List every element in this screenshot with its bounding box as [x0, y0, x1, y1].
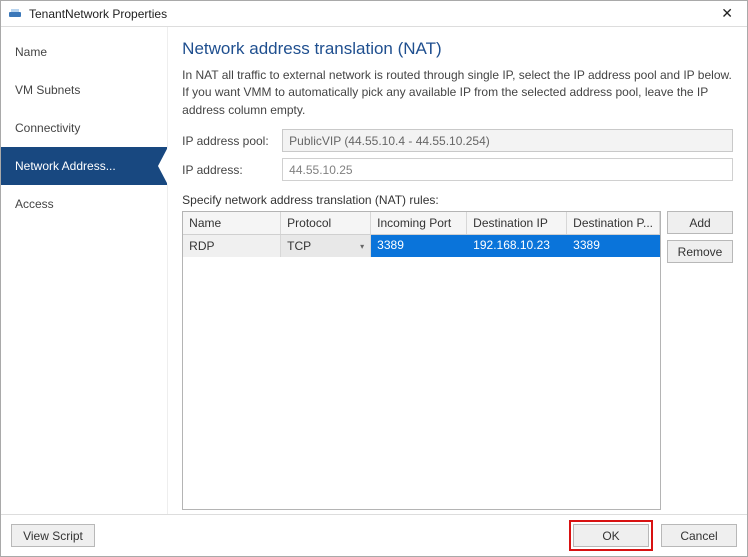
ip-pool-value: PublicVIP (44.55.10.4 - 44.55.10.254): [289, 134, 490, 148]
nat-rules-grid: Name Protocol Incoming Port Destination …: [182, 211, 661, 510]
grid-side-buttons: Add Remove: [667, 211, 733, 510]
sidebar-item-vm-subnets[interactable]: VM Subnets: [1, 71, 167, 109]
sidebar-item-label: Access: [15, 197, 54, 211]
rules-area: Name Protocol Incoming Port Destination …: [182, 211, 733, 510]
cancel-button[interactable]: Cancel: [661, 524, 737, 547]
ip-address-row: IP address:: [182, 158, 733, 181]
remove-button[interactable]: Remove: [667, 240, 733, 263]
window-title: TenantNetwork Properties: [29, 7, 167, 21]
chevron-down-icon: ▾: [360, 242, 364, 251]
col-protocol[interactable]: Protocol: [281, 212, 371, 234]
sidebar-item-label: Name: [15, 45, 47, 59]
titlebar: TenantNetwork Properties ✕: [1, 1, 747, 27]
grid-header: Name Protocol Incoming Port Destination …: [183, 212, 660, 235]
cell-destination-port[interactable]: 3389: [567, 235, 660, 257]
sidebar-item-label: Network Address...: [15, 159, 116, 173]
cell-destination-ip[interactable]: 192.168.10.23: [467, 235, 567, 257]
ok-highlight: OK: [569, 520, 653, 551]
cell-incoming-port[interactable]: 3389: [371, 235, 467, 257]
ip-address-label: IP address:: [182, 163, 282, 177]
sidebar-item-connectivity[interactable]: Connectivity: [1, 109, 167, 147]
table-row[interactable]: RDP TCP ▾ 3389 192.168.10.23 3389: [183, 235, 660, 257]
cell-protocol[interactable]: TCP ▾: [281, 235, 371, 257]
sidebar-item-network-address[interactable]: Network Address...: [1, 147, 167, 185]
page-description: In NAT all traffic to external network i…: [182, 67, 733, 119]
rules-label: Specify network address translation (NAT…: [182, 193, 733, 207]
close-icon[interactable]: ✕: [713, 3, 741, 24]
col-name[interactable]: Name: [183, 212, 281, 234]
ip-pool-label: IP address pool:: [182, 134, 282, 148]
sidebar: Name VM Subnets Connectivity Network Add…: [1, 27, 168, 514]
grid-body: RDP TCP ▾ 3389 192.168.10.23 3389: [183, 235, 660, 509]
cell-name[interactable]: RDP: [183, 235, 281, 257]
ip-pool-row: IP address pool: PublicVIP (44.55.10.4 -…: [182, 129, 733, 152]
col-incoming-port[interactable]: Incoming Port: [371, 212, 467, 234]
cell-protocol-text: TCP: [287, 239, 311, 253]
main-panel: Network address translation (NAT) In NAT…: [168, 27, 747, 514]
bottom-bar: View Script OK Cancel: [1, 514, 747, 556]
sidebar-item-label: VM Subnets: [15, 83, 80, 97]
col-destination-port[interactable]: Destination P...: [567, 212, 660, 234]
page-title: Network address translation (NAT): [182, 39, 733, 59]
app-icon: [7, 6, 23, 22]
body-area: Name VM Subnets Connectivity Network Add…: [1, 27, 747, 514]
ok-button[interactable]: OK: [573, 524, 649, 547]
add-button[interactable]: Add: [667, 211, 733, 234]
col-destination-ip[interactable]: Destination IP: [467, 212, 567, 234]
sidebar-item-name[interactable]: Name: [1, 33, 167, 71]
cell-name-text: RDP: [189, 239, 214, 253]
sidebar-item-label: Connectivity: [15, 121, 80, 135]
ip-address-input[interactable]: [282, 158, 733, 181]
sidebar-item-access[interactable]: Access: [1, 185, 167, 223]
ip-pool-dropdown[interactable]: PublicVIP (44.55.10.4 - 44.55.10.254): [282, 129, 733, 152]
view-script-button[interactable]: View Script: [11, 524, 95, 547]
